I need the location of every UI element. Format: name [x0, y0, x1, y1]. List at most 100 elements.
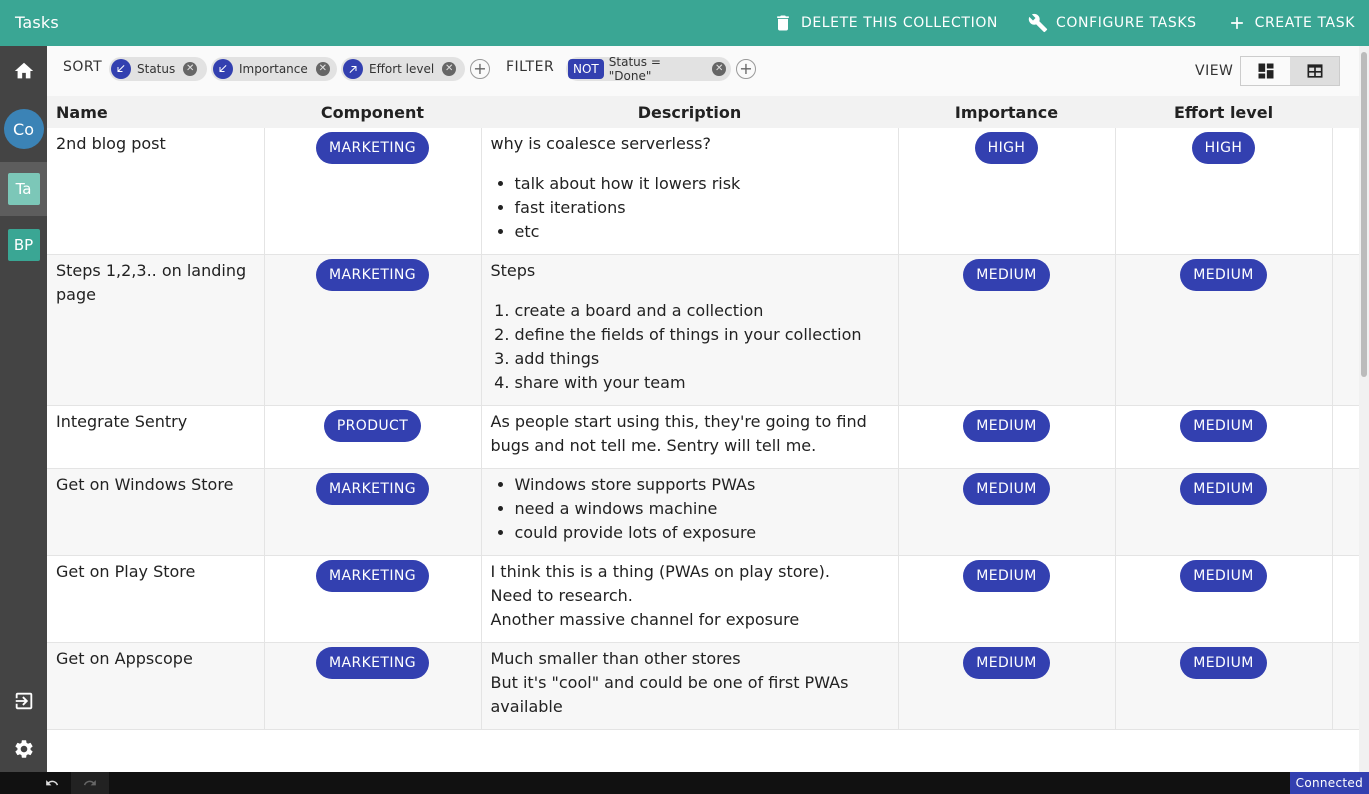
sort-ascending-icon	[343, 59, 363, 79]
cell-importance[interactable]: MEDIUM	[898, 642, 1116, 730]
cell-name[interactable]: Integrate Sentry	[47, 405, 265, 469]
sidebar-item-bp[interactable]: BP	[0, 224, 47, 266]
effort-level-badge[interactable]: MEDIUM	[1180, 647, 1267, 679]
importance-badge[interactable]: MEDIUM	[963, 647, 1050, 679]
cell-description[interactable]: Windows store supports PWAsneed a window…	[481, 468, 899, 556]
cell-component[interactable]: MARKETING	[264, 642, 482, 730]
effort-level-badge[interactable]: MEDIUM	[1180, 560, 1267, 592]
description-text: As people start using this, they're goin…	[490, 412, 867, 455]
component-badge[interactable]: MARKETING	[315, 473, 429, 505]
cell-name[interactable]: Steps 1,2,3.. on landing page	[47, 254, 265, 406]
undo-button[interactable]	[33, 772, 71, 794]
add-sort-button[interactable]: +	[470, 59, 490, 79]
cell-description[interactable]: Much smaller than other stores But it's "…	[481, 642, 899, 730]
remove-filter-icon[interactable]: ✕	[712, 62, 726, 76]
cell-name[interactable]: 2nd blog post	[47, 128, 265, 255]
component-badge[interactable]: MARKETING	[315, 647, 429, 679]
configure-tasks-button[interactable]: CONFIGURE TASKS	[1028, 13, 1197, 33]
sort-descending-icon	[213, 59, 233, 79]
cell-component[interactable]: MARKETING	[264, 468, 482, 556]
importance-badge[interactable]: MEDIUM	[963, 560, 1050, 592]
cell-component[interactable]: PRODUCT	[264, 405, 482, 469]
cell-importance[interactable]: MEDIUM	[898, 405, 1116, 469]
table-row[interactable]: Get on Windows Store MARKETING Windows sto…	[47, 468, 1359, 556]
table-header-row: Name Component Description Importance Ef…	[47, 96, 1359, 128]
header-actions: DELETE THIS COLLECTION CONFIGURE TASKS C…	[773, 0, 1355, 46]
description-text: Steps	[490, 261, 536, 280]
column-header-effort-level[interactable]: Effort level	[1115, 96, 1332, 128]
cell-name[interactable]: Get on Windows Store	[47, 468, 265, 556]
table-row[interactable]: 2nd blog post MARKETING why is coalesce se…	[47, 128, 1359, 255]
table-view-button[interactable]	[1290, 57, 1339, 85]
cell-effort-level[interactable]: MEDIUM	[1115, 642, 1333, 730]
sidebar-item-co[interactable]: Co	[0, 106, 47, 152]
column-header-importance[interactable]: Importance	[898, 96, 1115, 128]
component-badge[interactable]: MARKETING	[315, 132, 429, 164]
cell-extra	[1332, 128, 1359, 255]
top-bar: Tasks DELETE THIS COLLECTION CONFIGURE T…	[0, 0, 1369, 46]
cell-effort-level[interactable]: HIGH	[1115, 128, 1333, 255]
remove-sort-importance-icon[interactable]: ✕	[315, 62, 330, 76]
cell-description[interactable]: I think this is a thing (PWAs on play st…	[481, 555, 899, 643]
cell-description[interactable]: Steps create a board and a collectiondefi…	[481, 254, 899, 406]
sort-chip-label: Effort level	[369, 62, 435, 76]
remove-sort-effort-icon[interactable]: ✕	[442, 62, 457, 76]
importance-badge[interactable]: MEDIUM	[963, 410, 1050, 442]
cell-component[interactable]: MARKETING	[264, 128, 482, 255]
create-task-button[interactable]: CREATE TASK	[1227, 13, 1355, 33]
table-row[interactable]: Get on Play Store MARKETING I think this i…	[47, 555, 1359, 643]
filter-chip-status[interactable]: NOT Status = "Done" ✕	[566, 55, 731, 83]
wrench-icon	[1028, 13, 1048, 33]
cell-importance[interactable]: MEDIUM	[898, 254, 1116, 406]
cell-effort-level[interactable]: MEDIUM	[1115, 254, 1333, 406]
cell-importance[interactable]: MEDIUM	[898, 555, 1116, 643]
list-item: talk about how it lowers risk	[515, 172, 889, 196]
cell-component[interactable]: MARKETING	[264, 254, 482, 406]
gear-icon	[14, 740, 33, 758]
sidebar-item-ta[interactable]: Ta	[0, 162, 47, 216]
redo-button[interactable]	[71, 772, 109, 794]
column-header-name[interactable]: Name	[47, 96, 264, 128]
importance-badge[interactable]: HIGH	[974, 132, 1039, 164]
logout-button[interactable]	[0, 684, 47, 718]
scrollbar-thumb[interactable]	[1361, 52, 1367, 377]
effort-level-badge[interactable]: MEDIUM	[1180, 473, 1267, 505]
effort-level-badge[interactable]: MEDIUM	[1180, 259, 1267, 291]
cell-effort-level[interactable]: MEDIUM	[1115, 468, 1333, 556]
cell-name[interactable]: Get on Appscope	[47, 642, 265, 730]
component-badge[interactable]: PRODUCT	[323, 410, 422, 442]
cell-name[interactable]: Get on Play Store	[47, 555, 265, 643]
cell-importance[interactable]: HIGH	[898, 128, 1116, 255]
trash-icon	[777, 15, 789, 31]
description-text: I think this is a thing (PWAs on play st…	[490, 562, 830, 581]
board-view-button[interactable]	[1241, 57, 1290, 85]
cell-description[interactable]: As people start using this, they're goin…	[481, 405, 899, 469]
sort-chip-effort-level[interactable]: Effort level ✕	[341, 57, 465, 81]
sort-chip-status[interactable]: Status ✕	[109, 57, 207, 81]
table-row[interactable]: Get on Appscope MARKETING Much smaller tha…	[47, 642, 1359, 730]
configure-tasks-label: CONFIGURE TASKS	[1056, 15, 1197, 31]
remove-sort-status-icon[interactable]: ✕	[183, 62, 198, 76]
table-row[interactable]: Integrate Sentry PRODUCT As people start u…	[47, 405, 1359, 469]
avatar: Ta	[7, 173, 40, 205]
column-header-description[interactable]: Description	[481, 96, 898, 128]
cell-component[interactable]: MARKETING	[264, 555, 482, 643]
cell-importance[interactable]: MEDIUM	[898, 468, 1116, 556]
importance-badge[interactable]: MEDIUM	[963, 259, 1050, 291]
delete-collection-button[interactable]: DELETE THIS COLLECTION	[773, 13, 998, 33]
settings-button[interactable]	[0, 732, 47, 766]
add-filter-button[interactable]: +	[736, 59, 756, 79]
sort-chip-importance[interactable]: Importance ✕	[211, 57, 337, 81]
column-header-component[interactable]: Component	[264, 96, 481, 128]
table-row[interactable]: Steps 1,2,3.. on landing page MARKETING St…	[47, 254, 1359, 406]
importance-badge[interactable]: MEDIUM	[963, 473, 1050, 505]
vertical-scrollbar[interactable]	[1359, 46, 1369, 772]
component-badge[interactable]: MARKETING	[315, 259, 429, 291]
component-badge[interactable]: MARKETING	[315, 560, 429, 592]
effort-level-badge[interactable]: MEDIUM	[1180, 410, 1267, 442]
cell-description[interactable]: why is coalesce serverless? talk about ho…	[481, 128, 899, 255]
cell-effort-level[interactable]: MEDIUM	[1115, 555, 1333, 643]
cell-effort-level[interactable]: MEDIUM	[1115, 405, 1333, 469]
effort-level-badge[interactable]: HIGH	[1191, 132, 1256, 164]
sidebar-item-home[interactable]	[0, 52, 47, 90]
